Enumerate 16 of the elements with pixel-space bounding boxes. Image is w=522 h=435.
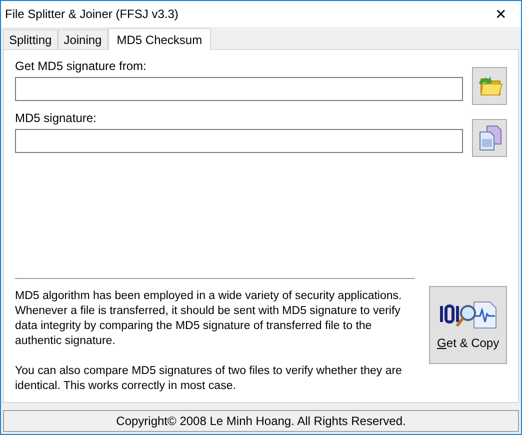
tab[interactable]: Splitting xyxy=(3,29,58,49)
window-title: File Splitter & Joiner (FFSJ v3.3) xyxy=(5,6,178,23)
status-bar: Copyright© 2008 Le Minh Hoang. All Rights Reserved. xyxy=(3,410,519,432)
copy-button[interactable] xyxy=(472,119,507,157)
input-field[interactable] xyxy=(15,77,463,101)
description-text: You can also compare MD5 signatures of two files to verify whether they are identical. This works correctly in most case. xyxy=(15,364,403,394)
field-label: Get MD5 signature from: xyxy=(15,59,146,74)
field-label: MD5 signature: xyxy=(15,111,96,126)
get-copy-button[interactable]: Get & Copy xyxy=(429,286,507,364)
tab[interactable]: Joining xyxy=(58,29,108,49)
tab[interactable]: MD5 Checksum xyxy=(108,28,212,50)
input-field[interactable] xyxy=(15,129,463,153)
close-button[interactable]: ✕ xyxy=(481,1,521,27)
browse-button[interactable] xyxy=(472,67,507,105)
description-text: MD5 algorithm has been employed in a wide variety of security applications. Whenever a file is transferred, it should be sent with MD5 signature to verify data integrity by comparing the MD5 signature of transferred file to the authentic signature. xyxy=(15,289,403,349)
copy-icon xyxy=(476,124,502,152)
